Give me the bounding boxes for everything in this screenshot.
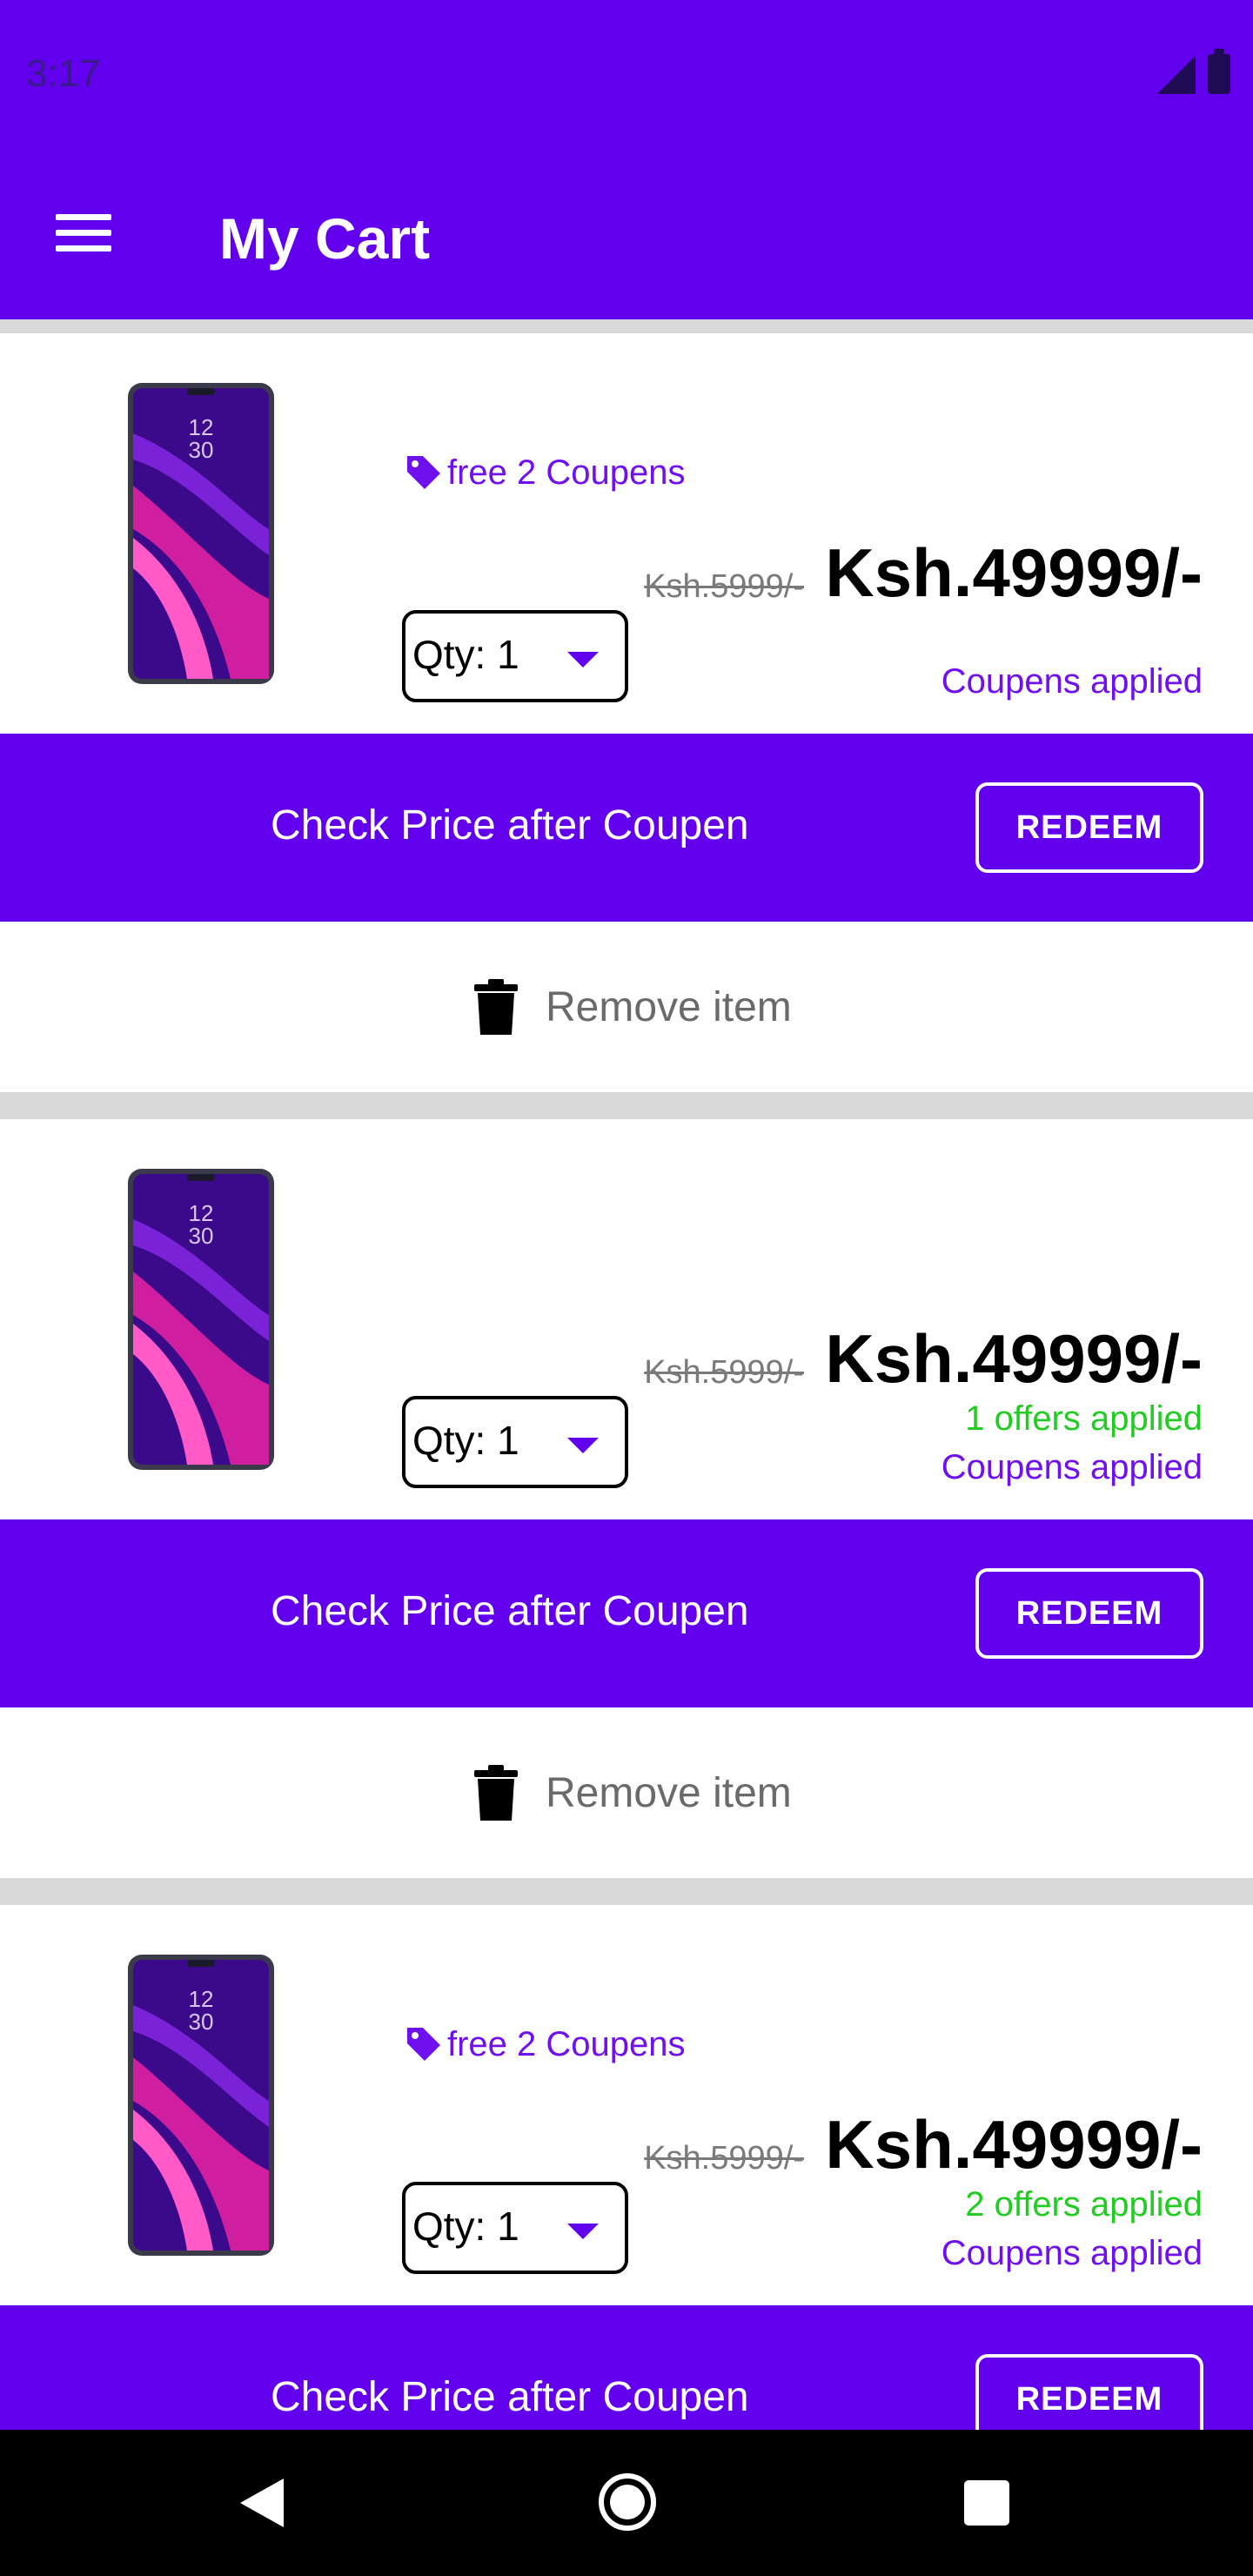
svg-text:30: 30 [189, 1223, 214, 1249]
status-time: 3:17 [26, 52, 101, 95]
product-price: Ksh.49999/- [825, 534, 1203, 611]
remove-item-label: Remove item [546, 983, 792, 1030]
product-price: Ksh.49999/- [825, 2106, 1203, 2183]
home-icon[interactable] [599, 2473, 656, 2531]
battery-icon [1208, 49, 1230, 94]
tag-icon [407, 456, 440, 489]
coupens-applied: Coupens applied [941, 1448, 1203, 1486]
offers-applied: 2 offers applied [965, 2185, 1203, 2224]
redeem-button[interactable]: REDEEM [975, 1568, 1203, 1659]
coupon-tag-label: free 2 Coupens [447, 453, 686, 492]
tag-icon [407, 2028, 440, 2061]
original-price: Ksh.5999/- [644, 1354, 804, 1391]
cart-item-body: 12 30 free 2 Coupens Ksh.5999/- Ksh.4999… [0, 333, 1253, 734]
coupens-applied: Coupens applied [941, 2234, 1203, 2272]
original-price: Ksh.5999/- [644, 2140, 804, 2177]
redeem-button[interactable]: REDEEM [975, 782, 1203, 873]
redeem-text: Check Price after Coupen [271, 2374, 749, 2420]
redeem-bar: Check Price after Coupen REDEEM [0, 1519, 1253, 1707]
trash-icon [474, 979, 518, 1035]
redeem-text: Check Price after Coupen [271, 1588, 749, 1634]
coupens-applied: Coupens applied [941, 662, 1203, 701]
redeem-bar: Check Price after Coupen REDEEM [0, 734, 1253, 922]
redeem-text: Check Price after Coupen [271, 802, 749, 849]
product-image[interactable]: 12 30 [126, 1167, 276, 1472]
coupon-tag: free 2 Coupens [404, 453, 686, 493]
chevron-down-icon [567, 2224, 599, 2239]
system-nav-bar [0, 2430, 1253, 2576]
status-bar: 3:17 [0, 0, 1253, 148]
app-bar: My Cart [0, 148, 1253, 319]
signal-icon [1157, 56, 1196, 94]
page-title: My Cart [219, 206, 431, 271]
remove-item-label: Remove item [546, 1769, 792, 1816]
cart-item-1: 12 30 free 2 Coupens Ksh.5999/- Ksh.4999… [0, 333, 1253, 1092]
back-icon[interactable] [235, 2475, 291, 2531]
quantity-label: Qty: 1 [412, 1418, 519, 1463]
cart-item-body: 12 30 free 2 Coupens Ksh.5999/- Ksh.4999… [0, 1905, 1253, 2305]
cart-item-3: 12 30 free 2 Coupens Ksh.5999/- Ksh.4999… [0, 1905, 1253, 2493]
recent-apps-icon[interactable] [964, 2480, 1009, 2526]
cart-item-2: 12 30 Ksh.5999/- Ksh.49999/- 1 offers ap… [0, 1119, 1253, 1878]
status-icons [1157, 49, 1230, 94]
quantity-dropdown[interactable]: Qty: 1 [402, 610, 628, 702]
coupon-tag-label: free 2 Coupens [447, 2024, 686, 2063]
coupon-tag: free 2 Coupens [404, 2024, 686, 2064]
product-image[interactable]: 12 30 [126, 1953, 276, 2257]
remove-item-button[interactable]: Remove item [0, 1707, 1253, 1878]
chevron-down-icon [567, 652, 599, 667]
product-image[interactable]: 12 30 [126, 381, 276, 686]
remove-item-button[interactable]: Remove item [0, 922, 1253, 1092]
quantity-label: Qty: 1 [412, 632, 519, 677]
quantity-label: Qty: 1 [412, 2204, 519, 2249]
svg-text:30: 30 [189, 2009, 214, 2035]
trash-icon [474, 1765, 518, 1821]
quantity-dropdown[interactable]: Qty: 1 [402, 2182, 628, 2274]
menu-icon[interactable] [52, 209, 117, 258]
svg-text:30: 30 [189, 437, 214, 463]
product-price: Ksh.49999/- [825, 1320, 1203, 1397]
original-price: Ksh.5999/- [644, 568, 804, 605]
offers-applied: 1 offers applied [965, 1399, 1203, 1438]
cart-item-body: 12 30 Ksh.5999/- Ksh.49999/- 1 offers ap… [0, 1119, 1253, 1519]
quantity-dropdown[interactable]: Qty: 1 [402, 1396, 628, 1488]
chevron-down-icon [567, 1438, 599, 1453]
